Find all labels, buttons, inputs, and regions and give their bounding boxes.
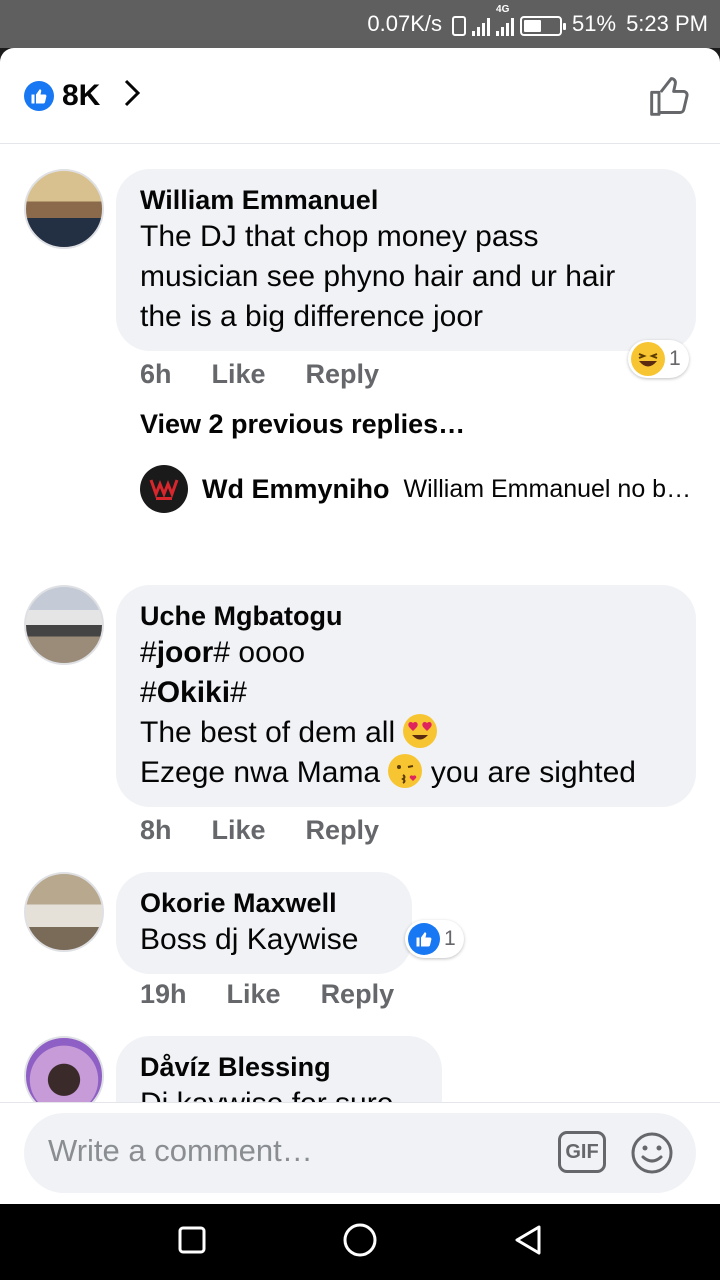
battery-icon xyxy=(520,16,567,36)
reply-snippet: William Emmanuel no b… xyxy=(403,474,692,503)
avatar[interactable] xyxy=(24,169,104,249)
comment-text-line: Ezege nwa Mama you are sighted xyxy=(140,754,636,789)
reaction-count: 1 xyxy=(444,927,456,950)
like-button[interactable]: Like xyxy=(227,979,281,1010)
kissing-emoji-icon xyxy=(388,754,423,788)
chevron-right-icon[interactable] xyxy=(122,77,142,114)
recents-button[interactable] xyxy=(177,1225,207,1260)
comment-text: Boss dj Kaywise xyxy=(140,923,359,956)
comment-author[interactable]: William Emmanuel xyxy=(140,183,672,217)
like-icon xyxy=(24,80,54,111)
home-button[interactable] xyxy=(342,1222,378,1263)
reply-preview[interactable]: Wd Emmyniho William Emmanuel no b… xyxy=(140,465,691,513)
comment-text-line: The DJ that chop money pass xyxy=(140,220,539,253)
signal-4g-icon: 4G xyxy=(496,4,515,36)
comment-bubble[interactable]: William Emmanuel The DJ that chop money … xyxy=(116,169,696,351)
comment-bubble[interactable]: Okorie Maxwell Boss dj Kaywise xyxy=(116,872,412,974)
comment-text-line: #Okiki# xyxy=(140,676,247,709)
reply-button[interactable]: Reply xyxy=(306,359,380,390)
like-button[interactable]: Like xyxy=(212,359,266,390)
reaction-count: 1 xyxy=(669,347,681,370)
comment-text-line: The best of dem all xyxy=(140,713,672,753)
reactions-header[interactable]: 8K xyxy=(0,48,720,144)
network-speed: 0.07K/s xyxy=(367,11,443,36)
avatar[interactable] xyxy=(24,1036,104,1103)
signal-icon xyxy=(472,16,491,36)
view-previous-replies-link[interactable]: View 2 previous replies… xyxy=(140,409,465,440)
comment-bubble[interactable]: Uche Mgbatogu #joor# oooo #Okiki# The be… xyxy=(116,585,696,807)
comment-text: Dj kaywise for sure xyxy=(140,1084,418,1103)
battery-percent: 51% xyxy=(572,11,617,36)
comment-time: 8h xyxy=(140,815,172,845)
avatar[interactable] xyxy=(140,465,188,513)
comment-input[interactable]: Write a comment… GIF xyxy=(24,1113,696,1193)
avatar[interactable] xyxy=(24,872,104,952)
status-bar: 0.07K/s 4G 51% 5:23 PM xyxy=(0,0,720,48)
comment-actions: 19h Like Reply xyxy=(140,979,394,1010)
comment-author[interactable]: Uche Mgbatogu xyxy=(140,599,672,633)
comment-text-line: the is a big difference joor xyxy=(140,300,483,333)
reply-button[interactable]: Reply xyxy=(321,979,395,1010)
comment-composer: Write a comment… GIF xyxy=(0,1102,720,1204)
comment-author[interactable]: Dåvíz Blessing xyxy=(140,1050,418,1084)
laughing-emoji-icon xyxy=(631,342,665,376)
comment-time: 19h xyxy=(140,979,187,1009)
reaction-badge[interactable]: 1 xyxy=(405,920,464,958)
thumbs-up-outline-icon[interactable] xyxy=(648,74,692,123)
vibrate-icon xyxy=(452,16,467,36)
system-nav-bar xyxy=(0,1204,720,1280)
reaction-badge[interactable]: 1 xyxy=(628,340,689,378)
like-button[interactable]: Like xyxy=(212,815,266,846)
reply-author[interactable]: Wd Emmyniho xyxy=(202,474,390,505)
like-icon xyxy=(408,923,440,955)
comment-placeholder: Write a comment… xyxy=(48,1133,313,1168)
clock: 5:23 PM xyxy=(626,11,708,36)
reaction-count: 8K xyxy=(62,78,101,112)
gif-button[interactable]: GIF xyxy=(558,1131,606,1173)
reply-button[interactable]: Reply xyxy=(306,815,380,846)
comments-sheet: 8K William Emmanuel The DJ that chop mon… xyxy=(0,48,720,1204)
back-button[interactable] xyxy=(513,1224,543,1261)
comment-text-line: musician see phyno hair and ur hair xyxy=(140,260,616,293)
status-icons: 4G xyxy=(452,4,567,36)
comment-author[interactable]: Okorie Maxwell xyxy=(140,886,388,920)
emoji-picker-icon[interactable] xyxy=(630,1131,674,1180)
comment-actions: 8h Like Reply xyxy=(140,815,379,846)
hashtag[interactable]: Okiki xyxy=(157,676,230,709)
heart-eyes-emoji-icon xyxy=(403,714,438,748)
comments-list: William Emmanuel The DJ that chop money … xyxy=(0,145,720,1103)
comment-bubble[interactable]: Dåvíz Blessing Dj kaywise for sure xyxy=(116,1036,442,1103)
comment-text-line: #joor# oooo xyxy=(140,636,306,669)
comment-actions: 6h Like Reply xyxy=(140,359,379,390)
hashtag[interactable]: joor xyxy=(157,636,214,669)
avatar[interactable] xyxy=(24,585,104,665)
comment-time: 6h xyxy=(140,359,172,389)
